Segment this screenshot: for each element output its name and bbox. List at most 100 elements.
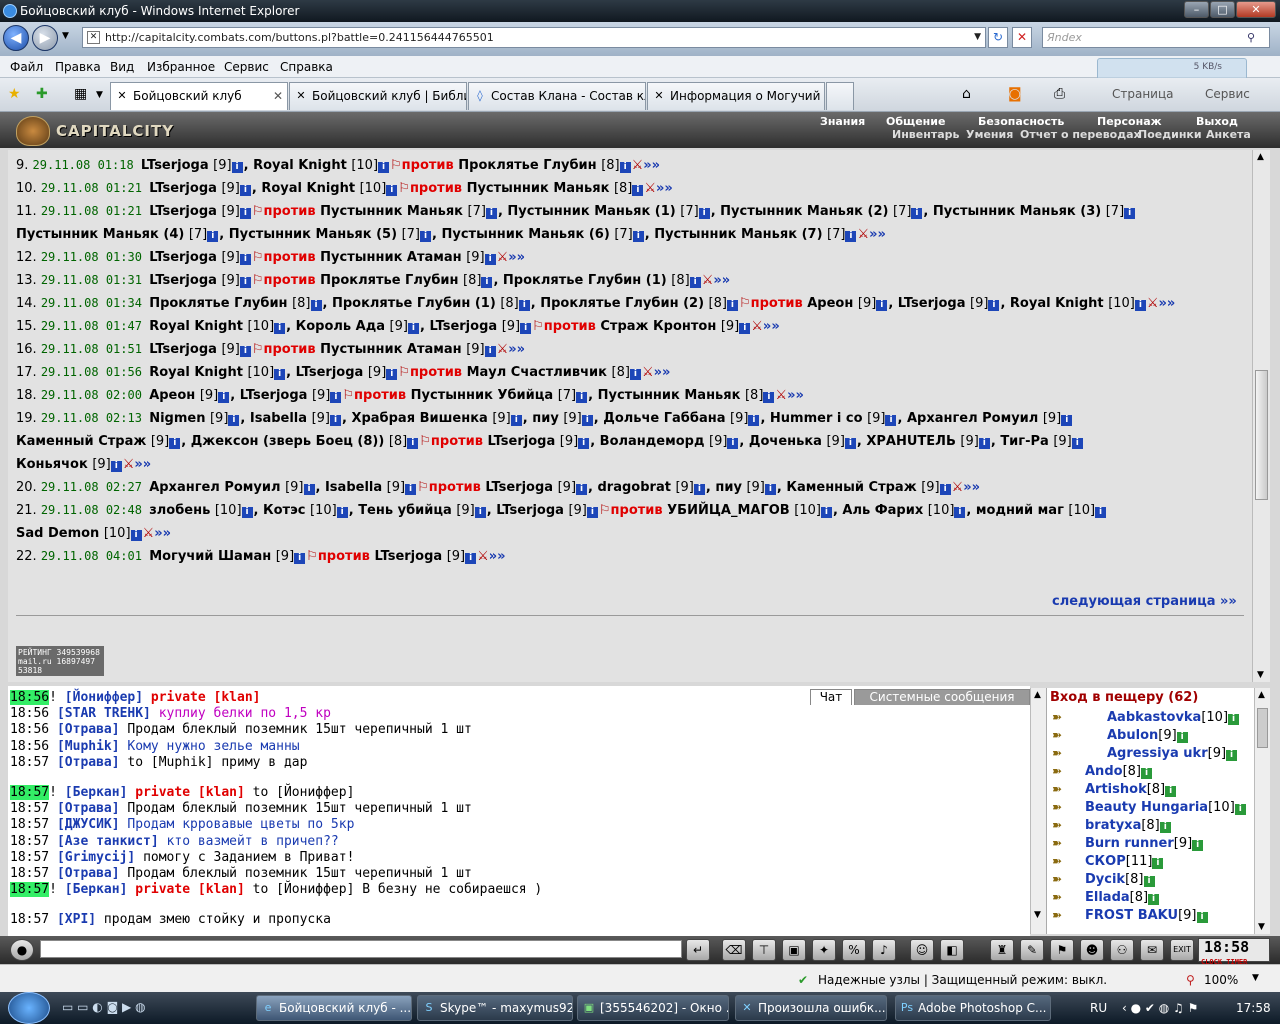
user-name[interactable]: Abulon (1107, 728, 1158, 743)
info-icon[interactable]: i (474, 507, 486, 518)
player-name[interactable]: Храбрая Вишенка (351, 411, 487, 426)
view-log-link[interactable]: »» (508, 342, 525, 357)
print-icon[interactable]: ⎙ (1054, 86, 1065, 102)
tab-clan[interactable]: ◊ Состав Клана - Состав кл... (468, 82, 646, 110)
player-name[interactable]: Проклятье Глубин (149, 296, 287, 311)
info-icon[interactable]: i (241, 507, 253, 518)
minimize-button[interactable]: – (1184, 1, 1209, 18)
info-icon[interactable]: i (130, 530, 142, 541)
menu-favorites[interactable]: Избранное (147, 60, 215, 74)
player-name[interactable]: LTserjoga (898, 296, 966, 311)
user-entry[interactable]: FROST BAKU[9] i (1085, 908, 1208, 923)
player-name[interactable]: Пустынник Атаман (320, 250, 462, 265)
player-name[interactable]: Пустынник Маньяк (3) (933, 204, 1101, 219)
chat-time[interactable]: 18:56 (10, 690, 50, 705)
user-entry[interactable]: Ellada[8] i (1085, 890, 1160, 905)
player-name[interactable]: Пустынник Маньяк (320, 204, 463, 219)
player-name[interactable]: Маул Счастливчик (467, 365, 607, 380)
player-name[interactable]: LTserjoga (149, 204, 217, 219)
info-icon[interactable]: i (1124, 208, 1136, 219)
player-name[interactable]: Воландеморд (600, 434, 705, 449)
player-name[interactable]: LTserjoga (149, 273, 217, 288)
info-icon[interactable]: i (939, 484, 951, 495)
subnav-profile[interactable]: Анкета (1206, 128, 1251, 141)
tab-chat[interactable]: Чат (810, 689, 852, 705)
page-menu[interactable]: Страница (1112, 87, 1174, 101)
start-button[interactable] (8, 992, 50, 1024)
chat-nick[interactable]: [Muphik] (57, 739, 120, 754)
info-icon[interactable]: i (632, 231, 644, 242)
player-name[interactable]: Проклятье Глубин (458, 158, 596, 173)
chat-time[interactable]: 18:57 (10, 882, 50, 898)
zoom-dropdown-icon[interactable]: ▼ (1252, 973, 1259, 983)
party-icon[interactable]: ⚇ (1110, 939, 1134, 961)
player-name[interactable]: Могучий Шаман (149, 549, 271, 564)
info-icon[interactable]: i (518, 300, 530, 311)
subnav-skills[interactable]: Умения (966, 128, 1013, 141)
taskbar-photoshop[interactable]: Ps Adobe Photoshop C... (895, 995, 1051, 1021)
fight-icon[interactable]: ✦ (812, 939, 836, 961)
chat-recipient[interactable]: to [Muphik] (120, 755, 213, 770)
chat-time[interactable]: 18:57 (10, 817, 49, 832)
info-icon[interactable]: i (110, 461, 122, 472)
menu-help[interactable]: Справка (280, 60, 333, 74)
player-name[interactable]: Джексон (зверь Боец (8)) (191, 434, 385, 449)
close-button[interactable]: ✕ (1236, 1, 1276, 18)
info-icon[interactable]: i (239, 254, 251, 265)
add-favorite-icon[interactable]: ✚ (36, 86, 48, 102)
view-log-link[interactable]: »» (508, 250, 525, 265)
player-name[interactable]: Ареон (149, 388, 195, 403)
exit-icon[interactable]: EXIT (1170, 939, 1194, 961)
player-name[interactable]: Hummer i co (770, 411, 863, 426)
info-icon[interactable]: i (484, 346, 496, 357)
info-icon[interactable]: i (578, 438, 590, 449)
chat-nick[interactable]: [STAR TREHK] (57, 706, 151, 721)
taskbar-skype[interactable]: S Skype™ - maxymus92 (417, 995, 573, 1021)
user-entry[interactable]: Burn runner[9] i (1085, 836, 1204, 851)
player-name[interactable]: Каменный Страж (16, 434, 146, 449)
clan-icon[interactable]: ⚑ (1050, 939, 1074, 961)
taskbar-ie[interactable]: e Бойцовский клуб - ... (256, 995, 412, 1021)
player-name[interactable]: Пустынник Маньяк (598, 388, 741, 403)
info-icon[interactable]: i (239, 277, 251, 288)
player-name[interactable]: Архангел Ромуил (149, 480, 280, 495)
history-dropdown-icon[interactable]: ▼ (62, 31, 69, 41)
info-icon[interactable]: i (978, 438, 990, 449)
user-name[interactable]: Agressiya ukr (1107, 746, 1208, 761)
chat-recipient[interactable]: to [Йониффер] (245, 882, 355, 897)
chat-time[interactable]: 18:57 (10, 785, 50, 800)
player-name[interactable]: LTserjoga (485, 480, 553, 495)
info-icon[interactable]: i (576, 484, 588, 495)
view-log-link[interactable]: »» (656, 181, 673, 196)
info-icon[interactable]: i (885, 415, 897, 426)
scroll-thumb[interactable] (1255, 370, 1268, 500)
info-icon[interactable]: i (1061, 415, 1073, 426)
user-entry[interactable]: bratyxa[8] i (1085, 818, 1171, 833)
player-name[interactable]: LTserjoga (149, 181, 217, 196)
map-icon[interactable]: ◧ (940, 939, 964, 961)
info-icon[interactable]: i (303, 484, 315, 495)
menu-view[interactable]: Вид (110, 60, 134, 74)
info-icon[interactable]: i (481, 277, 493, 288)
taskbar-chat-window[interactable]: ▣ [355546202] - Окно ... (577, 995, 729, 1021)
player-name[interactable]: Дольче Габбана (603, 411, 725, 426)
player-name[interactable]: Royal Knight (261, 181, 355, 196)
info-icon[interactable]: i (845, 231, 857, 242)
info-icon[interactable]: i (407, 438, 419, 449)
info-icon[interactable]: i (954, 507, 966, 518)
view-log-link[interactable]: »» (154, 526, 171, 541)
info-icon[interactable]: i (239, 208, 251, 219)
filter-icon[interactable]: ⊤ (752, 939, 776, 961)
smile-menu-icon[interactable]: ● (10, 939, 34, 961)
player-name[interactable]: LTserjoga (149, 342, 217, 357)
chat-time[interactable]: 18:57 (10, 912, 49, 927)
player-name[interactable]: Пустынник Маньяк (2) (720, 204, 888, 219)
info-icon[interactable]: i (820, 507, 832, 518)
maximize-button[interactable]: □ (1210, 1, 1235, 18)
scroll-up-icon[interactable]: ▲ (1034, 690, 1041, 700)
info-icon[interactable]: i (228, 415, 240, 426)
info-icon[interactable]: i (465, 553, 477, 564)
chat-nick[interactable]: [Grimycij] (57, 850, 135, 865)
user-name[interactable]: Burn runner (1085, 836, 1174, 851)
info-icon[interactable]: i (231, 162, 243, 173)
